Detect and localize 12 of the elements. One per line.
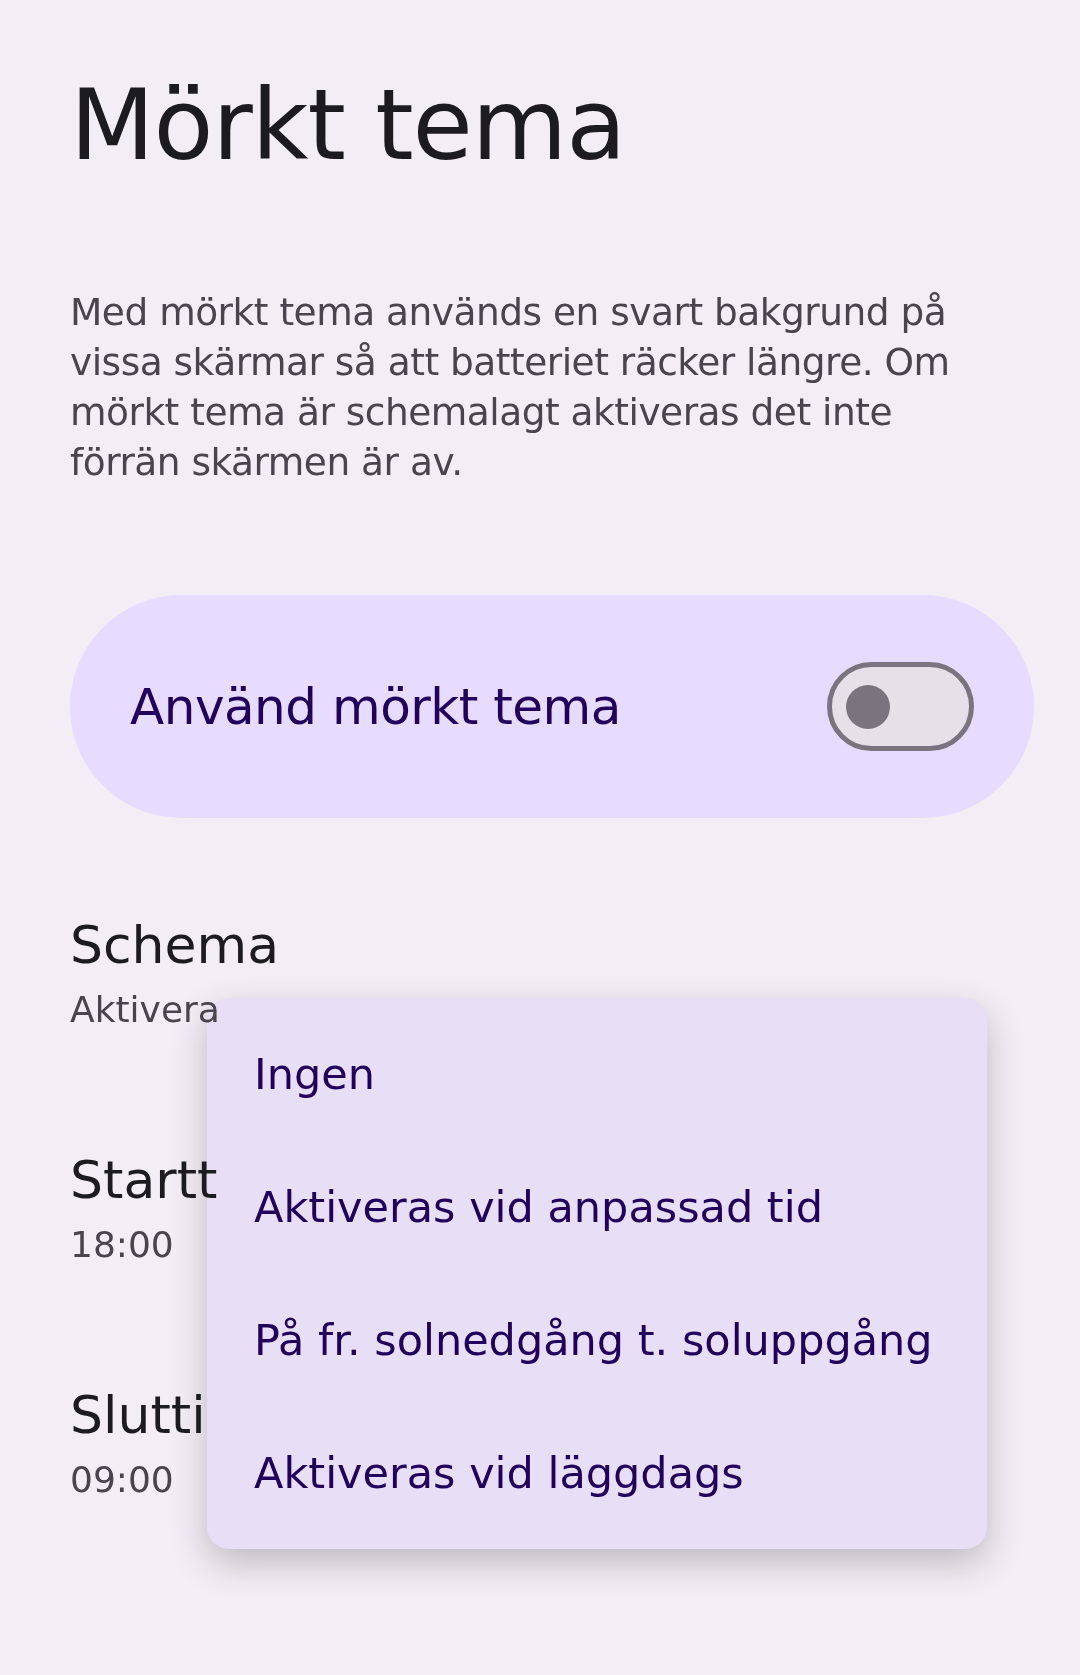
setting-title: Slutti xyxy=(70,1384,206,1447)
description-text: Med mörkt tema används en svart bakgrund på vissa skärmar så att batteriet räcker längre. Om mörkt tema är schemalagt aktiveras det inte förrän skärmen är av. xyxy=(70,289,951,486)
setting-title: Schema xyxy=(70,914,280,977)
setting-value: 18:00 xyxy=(70,1224,174,1265)
menu-item[interactable]: Aktiveras vid läggdags xyxy=(207,1412,987,1533)
setting-value: 09:00 xyxy=(70,1459,174,1500)
setting-title: Startt xyxy=(70,1149,218,1212)
main-switch-card[interactable]: Använd mörkt tema xyxy=(70,595,1034,818)
menu-item[interactable]: På fr. solnedgång t. soluppgång xyxy=(207,1279,987,1400)
setting-value: Aktivera xyxy=(70,989,220,1030)
page-title: Mörkt tema xyxy=(70,68,627,182)
switch-label: Använd mörkt tema xyxy=(130,677,621,736)
